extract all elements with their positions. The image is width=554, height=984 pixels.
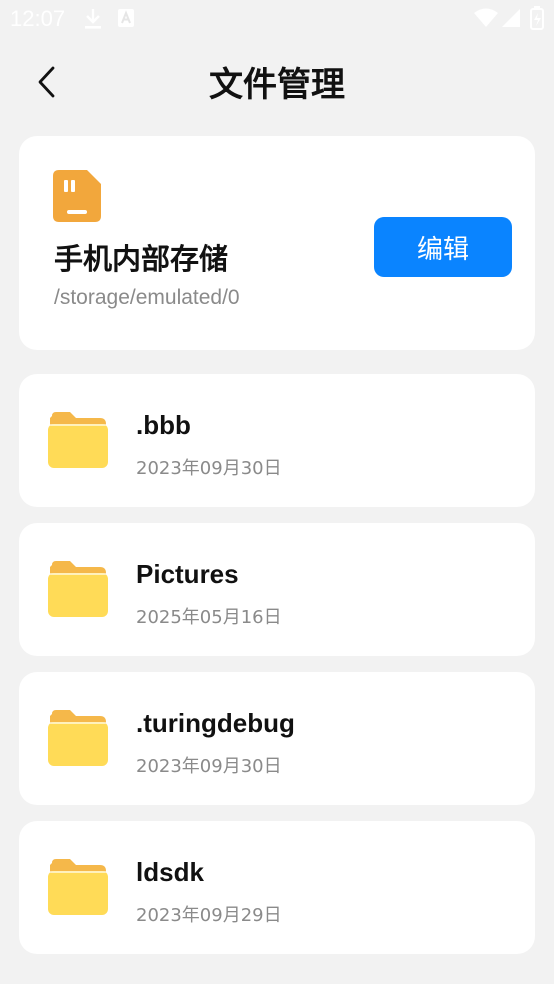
folder-icon bbox=[48, 710, 108, 766]
wifi-icon bbox=[474, 8, 498, 32]
folder-name: ldsdk bbox=[136, 857, 204, 887]
folder-name: .turingdebug bbox=[136, 708, 295, 738]
folder-date: 2023年09月29日 bbox=[136, 905, 282, 926]
status-time: 12:07 bbox=[10, 6, 66, 31]
storage-name: 手机内部存储 bbox=[54, 242, 229, 276]
folder-item[interactable]: .turingdebug 2023年09月30日 bbox=[19, 672, 535, 805]
page-title: 文件管理 bbox=[209, 65, 345, 105]
folder-date: 2023年09月30日 bbox=[136, 756, 282, 777]
storage-path: /storage/emulated/0 bbox=[54, 286, 240, 309]
folder-date: 2023年09月30日 bbox=[136, 458, 282, 479]
folder-icon bbox=[48, 561, 108, 617]
folder-icon bbox=[48, 412, 108, 468]
font-app-icon bbox=[117, 8, 135, 32]
folder-icon bbox=[48, 859, 108, 915]
storage-card: 手机内部存储 /storage/emulated/0 编辑 bbox=[19, 136, 535, 350]
battery-icon bbox=[530, 6, 544, 34]
folder-item[interactable]: Pictures 2025年05月16日 bbox=[19, 523, 535, 656]
folder-date: 2025年05月16日 bbox=[136, 607, 282, 628]
folder-name: Pictures bbox=[136, 559, 239, 589]
folder-name: .bbb bbox=[136, 410, 191, 440]
folder-item[interactable]: .bbb 2023年09月30日 bbox=[19, 374, 535, 507]
download-icon bbox=[84, 8, 102, 34]
storage-device-icon bbox=[53, 170, 101, 222]
edit-button[interactable]: 编辑 bbox=[374, 217, 512, 277]
signal-icon bbox=[501, 8, 521, 32]
status-bar: 12:07 bbox=[0, 0, 554, 38]
folder-item[interactable]: ldsdk 2023年09月29日 bbox=[19, 821, 535, 954]
